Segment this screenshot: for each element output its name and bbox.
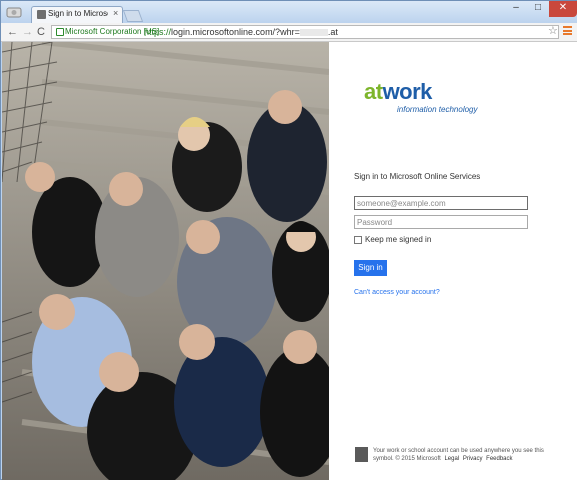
new-tab-button[interactable]	[122, 10, 144, 22]
tab-favicon-icon	[37, 10, 46, 19]
keep-signed-in-label: Keep me signed in	[365, 235, 432, 244]
close-window-button[interactable]: ✕	[549, 1, 577, 17]
checkbox-icon[interactable]	[354, 235, 362, 244]
sign-in-heading: Sign in to Microsoft Online Services	[354, 172, 481, 181]
footer-link-feedback[interactable]: Feedback	[486, 456, 512, 462]
forward-button[interactable]: →	[22, 25, 33, 39]
browser-app-icon[interactable]	[6, 5, 22, 19]
bookmark-star-icon[interactable]: ☆	[548, 24, 558, 37]
cant-access-account-link[interactable]: Can't access your account?	[354, 289, 440, 296]
back-button[interactable]: ←	[7, 25, 18, 39]
page-content: atwork information technology Sign in to…	[2, 42, 577, 480]
tab-active[interactable]: Sign in to Microsoft Onlin ×	[31, 6, 123, 23]
tab-close-icon[interactable]: ×	[113, 8, 118, 18]
footer-text: Your work or school account can be used …	[373, 448, 544, 462]
browser-window: Sign in to Microsoft Onlin × – □ ✕ ← → C…	[0, 0, 577, 480]
password-field[interactable]	[354, 215, 528, 229]
sign-in-button[interactable]: Sign in	[354, 260, 387, 276]
logo-work: work	[382, 79, 433, 104]
tab-title: Sign in to Microsoft Onlin	[48, 9, 108, 18]
reload-button[interactable]: C	[37, 25, 45, 39]
logo-subtitle: information technology	[397, 105, 478, 114]
logo-at: at	[364, 79, 383, 104]
url-host-path: login.microsoftonline.com/?whr=	[171, 27, 300, 37]
url-text[interactable]: https://login.microsoftonline.com/?whr=.…	[144, 26, 338, 38]
footer-link-legal[interactable]: Legal	[444, 456, 459, 462]
footer: Your work or school account can be used …	[373, 447, 563, 463]
work-account-symbol-icon	[355, 447, 368, 462]
atwork-logo: atwork information technology	[364, 80, 494, 116]
chrome-menu-icon[interactable]	[563, 26, 572, 35]
footer-link-privacy[interactable]: Privacy	[463, 456, 483, 462]
sign-in-panel: atwork information technology Sign in to…	[329, 42, 577, 480]
tab-strip: Sign in to Microsoft Onlin × – □ ✕	[1, 1, 577, 23]
team-photo-illustration	[2, 42, 329, 480]
url-tail: .at	[327, 27, 338, 37]
lock-icon	[56, 28, 64, 36]
maximize-button[interactable]: □	[527, 1, 549, 17]
email-field[interactable]	[354, 196, 528, 210]
redacted-url-segment	[299, 29, 328, 37]
minimize-button[interactable]: –	[505, 1, 527, 17]
team-photo	[2, 42, 329, 480]
url-scheme: https://	[144, 27, 172, 37]
address-bar[interactable]: Microsoft Corporation [US] https://login…	[51, 25, 559, 39]
browser-toolbar: ← → C Microsoft Corporation [US] https:/…	[1, 23, 577, 42]
keep-signed-in-checkbox[interactable]: Keep me signed in	[354, 235, 431, 244]
